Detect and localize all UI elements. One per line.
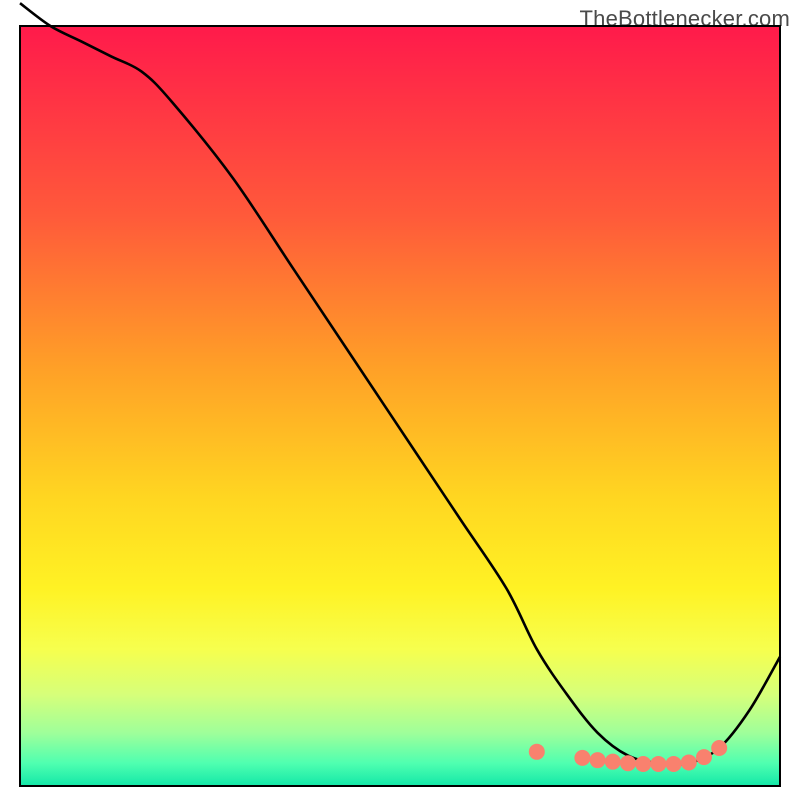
- marker-dot: [574, 750, 590, 766]
- plot-background: [20, 26, 780, 786]
- marker-dot: [635, 756, 651, 772]
- marker-dot: [711, 740, 727, 756]
- marker-dot: [681, 754, 697, 770]
- marker-dot: [650, 756, 666, 772]
- marker-dot: [666, 756, 682, 772]
- marker-dot: [590, 752, 606, 768]
- marker-dot: [529, 744, 545, 760]
- marker-dot: [620, 755, 636, 771]
- marker-dot: [605, 754, 621, 770]
- chart-container: TheBottlenecker.com: [0, 0, 800, 800]
- marker-dot: [696, 749, 712, 765]
- bottleneck-chart: [0, 0, 800, 800]
